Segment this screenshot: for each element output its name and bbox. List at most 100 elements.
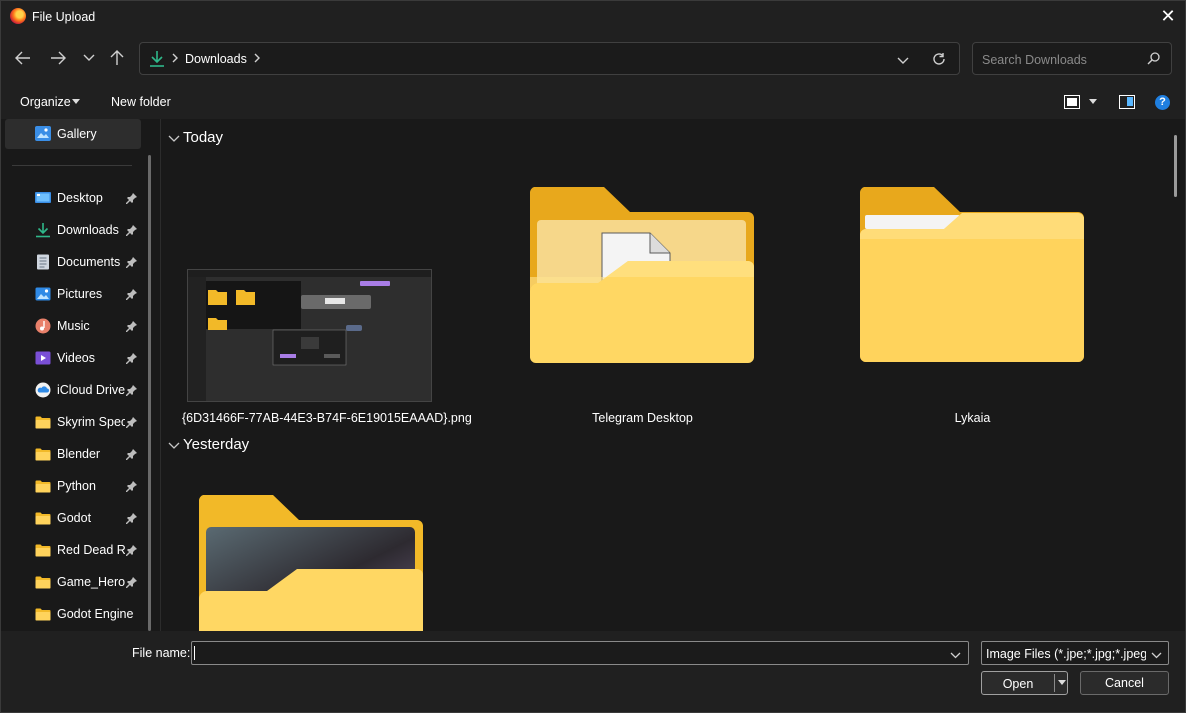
pin-icon[interactable] bbox=[126, 512, 138, 524]
folder-name: Telegram Desktop bbox=[592, 411, 693, 425]
refresh-icon[interactable] bbox=[932, 52, 946, 69]
folder-icon bbox=[35, 606, 51, 622]
sidebar-item-label: Music bbox=[57, 319, 90, 333]
sidebar-item-downloads[interactable]: Downloads bbox=[1, 214, 147, 246]
sidebar-item-label: Godot bbox=[57, 511, 92, 525]
view-mode-icon[interactable] bbox=[1064, 95, 1080, 109]
forward-arrow-icon[interactable] bbox=[47, 46, 69, 70]
firefox-icon bbox=[10, 8, 26, 24]
file-type-select[interactable]: Image Files (*.jpe;*.jpg;*.jpeg;*. bbox=[981, 641, 1169, 665]
sidebar-item-label: Pictures bbox=[57, 287, 103, 301]
pin-icon[interactable] bbox=[126, 448, 138, 460]
navigation-pane: Gallery Desktop Downloads Documents Pict… bbox=[1, 119, 161, 631]
sidebar-item-music[interactable]: Music bbox=[1, 310, 147, 342]
help-icon[interactable]: ? bbox=[1155, 95, 1170, 110]
search-input[interactable]: Search Downloads bbox=[982, 53, 1087, 67]
open-button-label: Open bbox=[1002, 677, 1034, 691]
text-caret bbox=[194, 646, 195, 660]
sidebar-item-blender[interactable]: Blender bbox=[1, 438, 147, 470]
cancel-button[interactable]: Cancel bbox=[1080, 671, 1169, 695]
open-split-divider bbox=[1054, 674, 1055, 692]
collapse-chevron-icon[interactable] bbox=[168, 437, 180, 454]
breadcrumb-chevron-icon[interactable] bbox=[253, 52, 261, 67]
downloads-icon bbox=[35, 222, 51, 238]
sidebar-item-videos[interactable]: Videos bbox=[1, 342, 147, 374]
sidebar-item-label: Red Dead Re bbox=[57, 543, 125, 557]
sidebar-item-python[interactable]: Python bbox=[1, 470, 147, 502]
sidebar-item-label: Gallery bbox=[57, 127, 97, 141]
sidebar-item-label: Python bbox=[57, 479, 96, 493]
up-arrow-icon[interactable] bbox=[106, 46, 128, 70]
pin-icon[interactable] bbox=[126, 288, 138, 300]
sidebar-item-red-dead[interactable]: Red Dead Re bbox=[1, 534, 147, 566]
sidebar-item-skyrim[interactable]: Skyrim Speci bbox=[1, 406, 147, 438]
pin-icon[interactable] bbox=[126, 576, 138, 588]
breadcrumb-chevron-icon[interactable] bbox=[171, 52, 179, 67]
collapse-chevron-icon[interactable] bbox=[168, 130, 180, 147]
gallery-icon bbox=[35, 126, 51, 141]
close-icon[interactable]: ✕ bbox=[1156, 4, 1180, 28]
music-icon bbox=[35, 318, 51, 334]
sidebar-item-pictures[interactable]: Pictures bbox=[1, 278, 147, 310]
new-folder-button[interactable]: New folder bbox=[111, 95, 171, 109]
content-scrollbar[interactable] bbox=[1174, 135, 1177, 197]
folder-with-image-icon bbox=[198, 495, 424, 631]
file-name-label: File name: bbox=[132, 646, 191, 660]
videos-icon bbox=[35, 350, 51, 366]
sidebar-item-godot-engine[interactable]: Godot Engine bbox=[1, 598, 147, 630]
file-name-history-chevron-icon[interactable] bbox=[950, 648, 961, 662]
title-bar: File Upload ✕ bbox=[1, 1, 1185, 32]
pin-icon[interactable] bbox=[126, 384, 138, 396]
folder-icon bbox=[35, 478, 51, 494]
recent-locations-chevron-icon[interactable] bbox=[78, 46, 100, 70]
address-bar[interactable]: Downloads bbox=[139, 42, 960, 75]
file-list: Today {6D31466F-77AB-44E3-B74F-6E19015EA… bbox=[162, 119, 1185, 631]
documents-icon bbox=[35, 254, 51, 270]
window-title: File Upload bbox=[32, 10, 96, 24]
folder-icon bbox=[35, 542, 51, 558]
sidebar-item-game-heroes[interactable]: Game_Heroe bbox=[1, 566, 147, 598]
sidebar-item-label: Desktop bbox=[57, 191, 103, 205]
sidebar-item-documents[interactable]: Documents bbox=[1, 246, 147, 278]
sidebar-item-label: Videos bbox=[57, 351, 95, 365]
sidebar-scrollbar[interactable] bbox=[148, 155, 151, 631]
folder-icon bbox=[35, 510, 51, 526]
sidebar-item-icloud-drive[interactable]: iCloud Drive bbox=[1, 374, 147, 406]
downloads-icon bbox=[149, 50, 165, 71]
pin-icon[interactable] bbox=[126, 416, 138, 428]
file-type-chevron-icon[interactable] bbox=[1151, 648, 1162, 662]
pin-icon[interactable] bbox=[126, 320, 138, 332]
folder-icon bbox=[35, 414, 51, 430]
pin-icon[interactable] bbox=[126, 256, 138, 268]
sidebar-item-label: Documents bbox=[57, 255, 121, 269]
group-header-today[interactable]: Today bbox=[168, 129, 223, 147]
pin-icon[interactable] bbox=[126, 480, 138, 492]
organize-button[interactable]: Organize bbox=[20, 95, 71, 109]
sidebar-item-label: Skyrim Speci bbox=[57, 415, 125, 429]
file-name-input[interactable] bbox=[191, 641, 969, 665]
pin-icon[interactable] bbox=[126, 352, 138, 364]
view-options-caret-icon[interactable] bbox=[1089, 99, 1097, 104]
icloud-icon bbox=[35, 382, 51, 398]
organize-caret-icon[interactable] bbox=[72, 99, 80, 104]
sidebar-item-label: Game_Heroe bbox=[57, 575, 125, 589]
sidebar-item-gallery[interactable]: Gallery bbox=[5, 119, 141, 149]
sidebar-item-label: Downloads bbox=[57, 223, 119, 237]
open-options-caret-icon[interactable] bbox=[1058, 680, 1066, 685]
pin-icon[interactable] bbox=[126, 224, 138, 236]
preview-pane-icon[interactable] bbox=[1119, 95, 1135, 109]
breadcrumb-downloads[interactable]: Downloads bbox=[185, 52, 247, 66]
sidebar-item-desktop[interactable]: Desktop bbox=[1, 182, 147, 214]
search-box[interactable]: Search Downloads bbox=[972, 42, 1172, 75]
pin-icon[interactable] bbox=[126, 544, 138, 556]
open-button[interactable]: Open bbox=[981, 671, 1068, 695]
sidebar-item-godot[interactable]: Godot bbox=[1, 502, 147, 534]
address-history-chevron-icon[interactable] bbox=[897, 54, 909, 68]
search-icon[interactable] bbox=[1147, 52, 1160, 68]
sidebar-item-label: Godot Engine bbox=[57, 607, 134, 621]
folder-name: Lykaia bbox=[954, 411, 991, 425]
group-header-yesterday[interactable]: Yesterday bbox=[168, 436, 249, 454]
image-thumbnail bbox=[187, 269, 432, 402]
pin-icon[interactable] bbox=[126, 192, 138, 204]
back-arrow-icon[interactable] bbox=[12, 46, 34, 70]
